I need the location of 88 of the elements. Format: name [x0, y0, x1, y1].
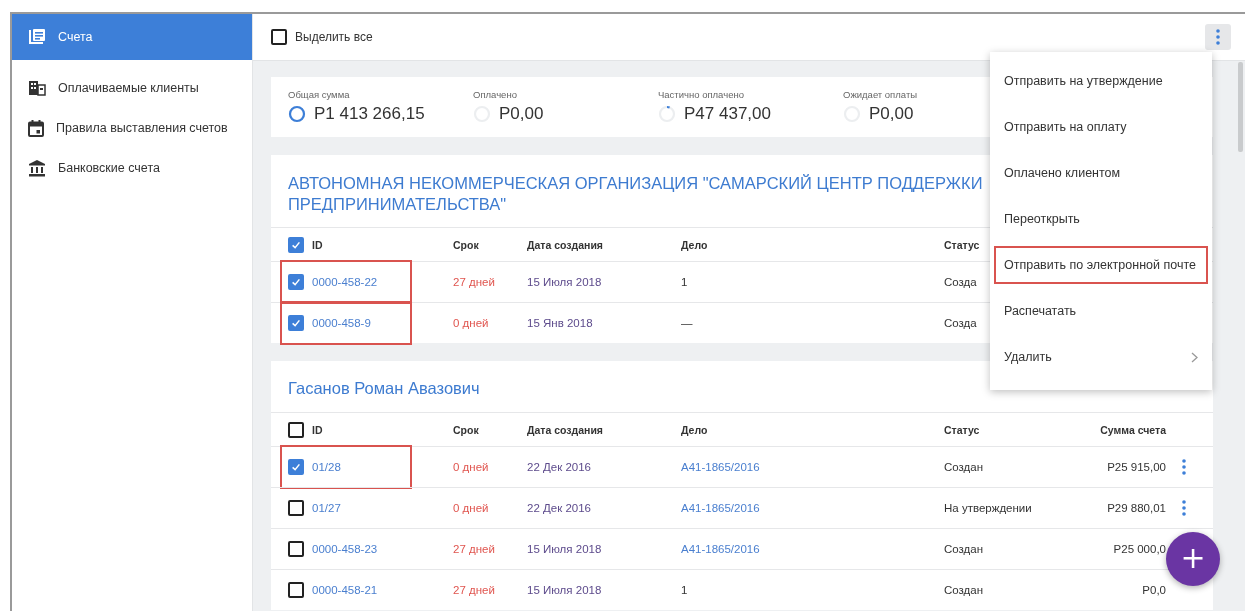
- column-header: Дело: [681, 238, 709, 251]
- term-cell-text: 0 дней: [453, 502, 490, 514]
- status-cell-text: Создан: [944, 543, 985, 555]
- select-all-label[interactable]: Выделить все: [295, 30, 373, 44]
- summary-label: Оплачено: [473, 89, 518, 100]
- bank-icon: [28, 159, 46, 177]
- progress-ring: [658, 105, 676, 123]
- date-cell-text: 15 Июля 2018: [527, 543, 603, 555]
- checkbox[interactable]: [271, 29, 287, 45]
- invoice-id-link[interactable]: 0000-458-9: [312, 317, 371, 329]
- more-icon[interactable]: [1216, 29, 1220, 45]
- status-cell-text: Создан: [944, 584, 985, 596]
- progress-ring: [288, 105, 306, 123]
- calendar-icon: [28, 119, 44, 137]
- checkbox[interactable]: [288, 421, 304, 438]
- checkbox[interactable]: [288, 459, 304, 475]
- column-header: Статус: [944, 423, 981, 436]
- menu-item[interactable]: Отправить на утверждение: [990, 58, 1212, 104]
- invoice-id-link[interactable]: 0000-458-23: [312, 543, 378, 555]
- case-link[interactable]: A41-1865/2016: [681, 502, 944, 514]
- column-header: Дело: [681, 423, 709, 436]
- summary-amount: P47 437,00: [684, 104, 771, 124]
- date-cell-text: 15 Июля 2018: [527, 276, 603, 288]
- summary-label: Общая сумма: [288, 89, 351, 100]
- summary-label: Частично оплачено: [658, 89, 745, 100]
- invoice-id-link[interactable]: 0000-458-22: [312, 276, 378, 288]
- column-header: ID: [312, 423, 323, 436]
- row-menu-icon[interactable]: [1181, 459, 1186, 475]
- summary-label: Ожидает оплаты: [843, 89, 919, 100]
- status-cell-text: Создан: [944, 461, 985, 473]
- menu-item[interactable]: Переоткрыть: [990, 196, 1212, 242]
- term-cell-text: 27 дней: [453, 584, 496, 596]
- row-menu-icon[interactable]: [1181, 500, 1186, 516]
- checkbox[interactable]: [288, 541, 304, 557]
- amount-cell-text: P29 880,01: [1106, 502, 1166, 514]
- status-cell-text: Созда: [944, 276, 978, 288]
- checkbox[interactable]: [288, 500, 304, 516]
- checkbox[interactable]: [288, 274, 304, 290]
- column-header: Сумма счета: [1099, 423, 1166, 436]
- case-link[interactable]: A41-1865/2016: [681, 543, 944, 555]
- amount-cell-text: P25 915,00: [1106, 461, 1166, 473]
- building-icon: [28, 80, 46, 96]
- summary-amount: P0,00: [499, 104, 544, 124]
- column-header: Срок: [453, 238, 480, 251]
- date-cell-text: 22 Дек 2016: [527, 502, 592, 514]
- sidebar-item[interactable]: Правила выставления счетов: [12, 108, 252, 148]
- menu-item[interactable]: Удалить: [990, 334, 1212, 380]
- column-header: Статус: [944, 238, 981, 251]
- case-cell-text: 1: [681, 276, 689, 288]
- case-cell-text: 1: [681, 584, 689, 596]
- check-icon: [290, 317, 302, 329]
- scrollbar[interactable]: [1238, 62, 1243, 152]
- status-cell-text: Созда: [944, 317, 978, 329]
- summary-amount: P1 413 266,15: [314, 104, 425, 124]
- invoice-list-icon: [28, 28, 46, 46]
- column-header: Срок: [453, 423, 480, 436]
- date-cell-text: 22 Дек 2016: [527, 461, 592, 473]
- case-cell-text: —: [681, 317, 694, 329]
- amount-cell-text: P0,0: [1141, 584, 1166, 596]
- sidebar-item[interactable]: Банковские счета: [12, 148, 252, 188]
- menu-item[interactable]: Оплачено клиентом: [990, 150, 1212, 196]
- summary-amount: P0,00: [869, 104, 914, 124]
- term-cell-text: 0 дней: [453, 317, 490, 329]
- invoice-id-link[interactable]: 01/27: [312, 502, 341, 514]
- sidebar-item[interactable]: Оплачиваемые клиенты: [12, 68, 252, 108]
- menu-item[interactable]: Отправить по электронной почте: [990, 242, 1212, 288]
- more-button[interactable]: [1205, 24, 1231, 50]
- checkbox[interactable]: [288, 315, 304, 331]
- term-cell-text: 27 дней: [453, 543, 496, 555]
- date-cell-text: 15 Июля 2018: [527, 584, 603, 596]
- case-link[interactable]: A41-1865/2016: [681, 461, 944, 473]
- check-icon: [290, 276, 302, 288]
- column-header: Дата создания: [527, 423, 604, 436]
- checkbox[interactable]: [288, 582, 304, 598]
- term-cell-text: 0 дней: [453, 461, 490, 473]
- invoice-id-link[interactable]: 0000-458-21: [312, 584, 378, 596]
- column-header: Дата создания: [527, 238, 604, 251]
- column-header: ID: [312, 238, 323, 251]
- invoice-id-link[interactable]: 01/28: [312, 461, 341, 473]
- menu-item[interactable]: Отправить на оплату: [990, 104, 1212, 150]
- status-cell-text: На утверждении: [944, 502, 1033, 514]
- date-cell-text: 15 Янв 2018: [527, 317, 594, 329]
- amount-cell-text: P25 000,0: [1112, 543, 1166, 555]
- menu-item[interactable]: Распечатать: [990, 288, 1212, 334]
- check-icon: [290, 461, 302, 473]
- sidebar-item[interactable]: Счета: [12, 14, 252, 60]
- term-cell-text: 27 дней: [453, 276, 496, 288]
- checkbox[interactable]: [288, 236, 304, 253]
